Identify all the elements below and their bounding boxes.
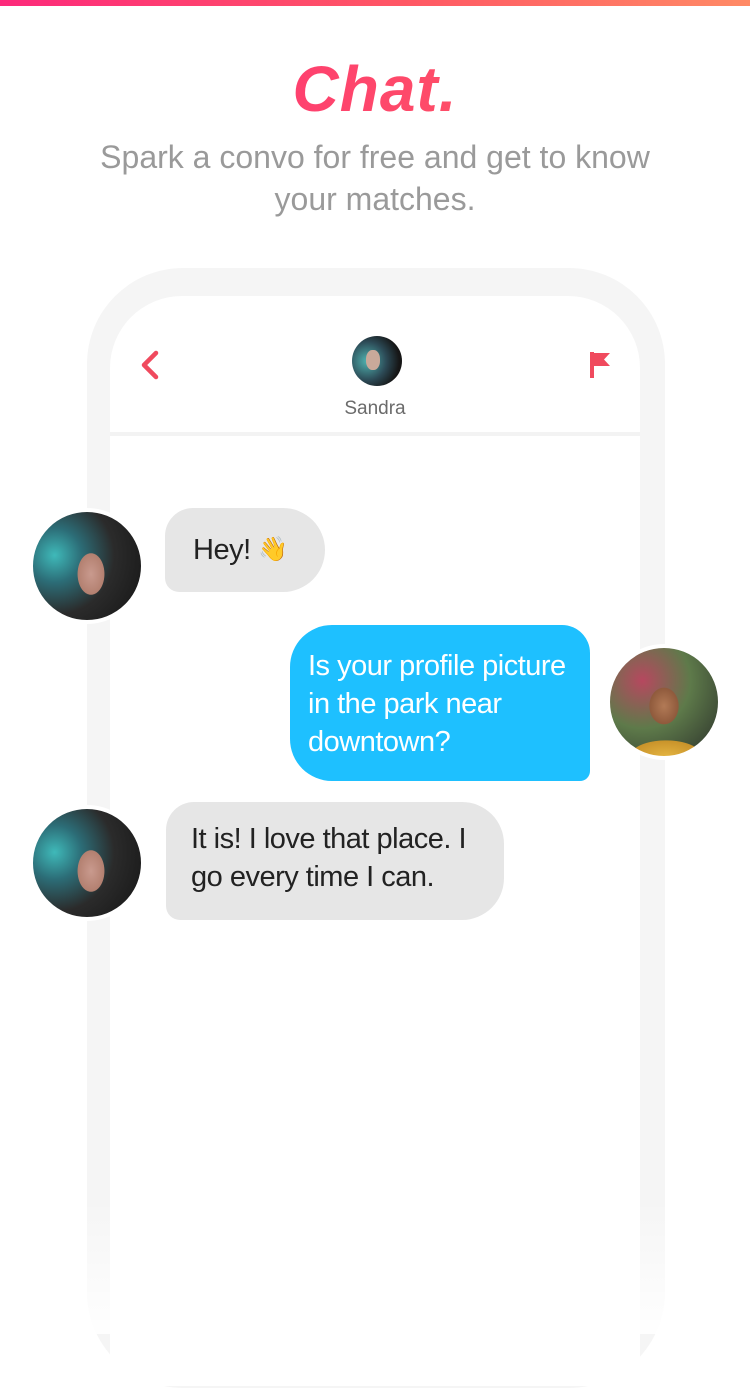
chat-header: Sandra [110, 300, 640, 436]
user-avatar-photo [606, 644, 722, 760]
message-text: Is your profile picture in the park near… [308, 650, 566, 758]
match-name[interactable]: Sandra [110, 398, 640, 420]
waving-hand-icon: 👋 [258, 536, 288, 563]
flag-icon[interactable] [586, 350, 614, 380]
match-avatar-photo [29, 805, 145, 921]
message-text: Hey! [193, 534, 251, 566]
headline: Chat. [0, 52, 750, 126]
message-bubble-outgoing: Is your profile picture in the park near… [290, 625, 590, 781]
match-avatar-photo [29, 508, 145, 624]
chevron-left-icon[interactable] [136, 348, 166, 382]
message-bubble-incoming: Hey! 👋 [165, 508, 325, 592]
subtitle: Spark a convo for free and get to know y… [100, 139, 650, 217]
top-gradient-strip [0, 0, 750, 6]
bottom-fade [80, 1200, 680, 1334]
message-bubble-incoming: It is! I love that place. I go every tim… [166, 802, 504, 920]
message-text: It is! I love that place. I go every tim… [191, 823, 467, 893]
match-avatar[interactable] [352, 336, 402, 386]
